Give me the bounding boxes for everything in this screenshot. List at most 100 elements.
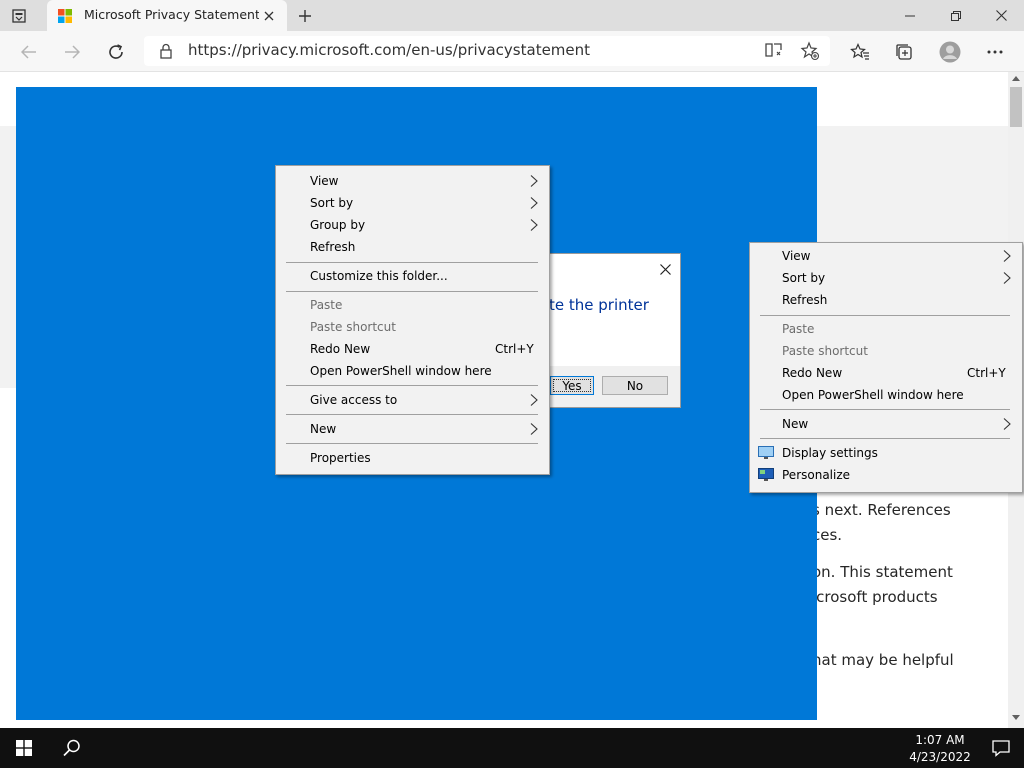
menu-item-label: Display settings: [782, 446, 878, 460]
forward-arrow-icon: [65, 45, 80, 59]
window-close-button[interactable]: [978, 0, 1024, 31]
menu-item-properties[interactable]: Properties: [276, 447, 549, 469]
reader-view-button[interactable]: [764, 41, 786, 61]
add-favorite-button[interactable]: [800, 41, 822, 61]
taskbar-search-button[interactable]: [48, 728, 96, 768]
menu-item-paste: Paste: [750, 318, 1022, 340]
menu-item-sort-by[interactable]: Sort by: [750, 267, 1022, 289]
close-icon: [995, 10, 1007, 21]
dialog-message: te the printer: [549, 296, 649, 314]
chevron-right-icon: [530, 219, 538, 231]
menu-separator: [286, 385, 538, 386]
close-icon: [659, 263, 671, 275]
menu-separator: [286, 291, 538, 292]
refresh-button[interactable]: [103, 39, 129, 65]
chevron-right-icon: [530, 197, 538, 209]
page-text-line-1: s next. References: [812, 501, 951, 519]
notification-center-button[interactable]: [978, 728, 1024, 768]
restore-icon: [951, 10, 961, 21]
menu-item-shortcut: Ctrl+Y: [495, 342, 534, 356]
profile-button[interactable]: [937, 39, 963, 65]
browser-tab-strip: Microsoft Privacy Statement – M: [0, 0, 1024, 31]
forward-button[interactable]: [59, 39, 85, 65]
minimize-button[interactable]: [887, 0, 933, 31]
dialog-close-button[interactable]: [655, 259, 675, 279]
menu-item-new[interactable]: New: [276, 418, 549, 440]
taskbar-clock[interactable]: 1:07 AM 4/23/2022: [900, 730, 980, 766]
menu-item-label: Personalize: [782, 468, 851, 482]
refresh-icon: [109, 44, 123, 59]
menu-item-label: Give access to: [310, 393, 398, 407]
menu-item-personalize[interactable]: Personalize: [750, 464, 1022, 486]
menu-item-label: Properties: [310, 451, 371, 465]
chevron-right-icon: [1003, 272, 1011, 284]
favorites-icon: [850, 43, 869, 60]
windows-logo-icon: [16, 740, 32, 756]
chevron-right-icon: [530, 423, 538, 435]
settings-more-button[interactable]: [982, 39, 1008, 65]
menu-item-paste-shortcut: Paste shortcut: [750, 340, 1022, 362]
restore-button[interactable]: [933, 0, 979, 31]
menu-separator: [760, 438, 1010, 439]
start-button[interactable]: [0, 728, 48, 768]
menu-separator: [286, 262, 538, 263]
menu-item-give-access[interactable]: Give access to: [276, 389, 549, 411]
menu-item-label: View: [310, 174, 339, 188]
browser-tab[interactable]: Microsoft Privacy Statement – M: [47, 0, 287, 31]
menu-item-refresh[interactable]: Refresh: [750, 289, 1022, 311]
back-arrow-icon: [21, 45, 36, 59]
menu-item-paste: Paste: [276, 294, 549, 316]
menu-item-view[interactable]: View: [276, 170, 549, 192]
menu-item-label: New: [310, 422, 337, 436]
chevron-right-icon: [530, 394, 538, 406]
chevron-right-icon: [1003, 250, 1011, 262]
menu-item-label: New: [782, 417, 809, 431]
menu-item-refresh[interactable]: Refresh: [276, 236, 549, 258]
yes-button[interactable]: Yes: [550, 376, 594, 395]
menu-item-open-powershell[interactable]: Open PowerShell window here: [750, 384, 1022, 406]
menu-separator: [286, 443, 538, 444]
menu-separator: [286, 414, 538, 415]
folder-context-menu: View Sort by Group by Refresh Customize …: [275, 165, 550, 475]
menu-item-label: Paste shortcut: [782, 344, 868, 358]
tab-actions-button[interactable]: [8, 6, 30, 26]
chevron-right-icon: [530, 175, 538, 187]
page-text-line-5: hat may be helpful: [812, 651, 954, 669]
menu-separator: [760, 315, 1010, 316]
tab-actions-icon: [12, 9, 26, 23]
search-icon: [63, 739, 80, 757]
menu-item-label: Sort by: [310, 196, 354, 210]
minimize-icon: [905, 15, 915, 16]
chevron-right-icon: [1003, 418, 1011, 430]
star-add-icon: [800, 41, 820, 61]
menu-item-label: Paste: [310, 298, 343, 312]
menu-item-sort-by[interactable]: Sort by: [276, 192, 549, 214]
address-bar[interactable]: https://privacy.microsoft.com/en-us/priv…: [144, 36, 830, 66]
page-text-line-3: on. This statement: [812, 563, 953, 581]
no-button[interactable]: No: [602, 376, 668, 395]
menu-item-label: Open PowerShell window here: [310, 364, 492, 378]
scroll-thumb[interactable]: [1010, 87, 1022, 127]
collections-button[interactable]: [891, 39, 917, 65]
favorites-button[interactable]: [847, 39, 873, 65]
menu-item-customize-folder[interactable]: Customize this folder...: [276, 265, 549, 287]
new-tab-button[interactable]: [294, 5, 316, 27]
tab-close-button[interactable]: [259, 6, 279, 26]
collections-icon: [896, 44, 912, 60]
menu-item-group-by[interactable]: Group by: [276, 214, 549, 236]
menu-item-label: Paste: [782, 322, 815, 336]
menu-item-redo-new[interactable]: Redo New Ctrl+Y: [750, 362, 1022, 384]
scroll-down-arrow-icon[interactable]: [1012, 715, 1020, 721]
tab-title: Microsoft Privacy Statement – M: [84, 7, 259, 22]
menu-item-display-settings[interactable]: Display settings: [750, 442, 1022, 464]
lock-icon: [160, 43, 172, 59]
microsoft-logo-icon: [58, 9, 72, 23]
menu-item-redo-new[interactable]: Redo New Ctrl+Y: [276, 338, 549, 360]
scroll-up-arrow-icon[interactable]: [1012, 75, 1020, 81]
back-button[interactable]: [16, 39, 42, 65]
menu-item-view[interactable]: View: [750, 245, 1022, 267]
menu-item-label: Refresh: [782, 293, 828, 307]
menu-item-new[interactable]: New: [750, 413, 1022, 435]
menu-item-open-powershell[interactable]: Open PowerShell window here: [276, 360, 549, 382]
menu-item-paste-shortcut: Paste shortcut: [276, 316, 549, 338]
